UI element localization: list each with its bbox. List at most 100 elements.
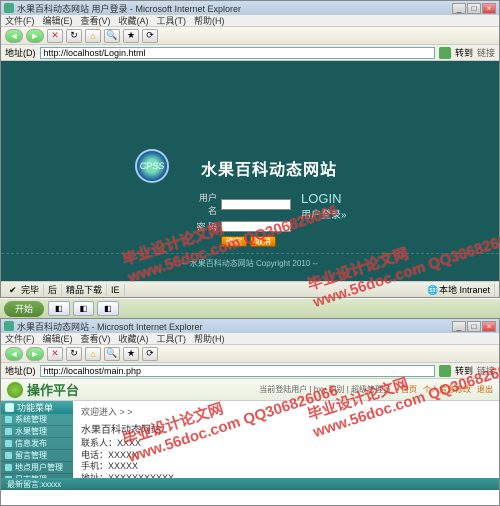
breadcrumb: 欢迎进入 > > — [81, 405, 491, 418]
username-label: 用户名 — [191, 191, 217, 217]
window-title: 水果百科动态网站 用户登录 - Microsoft Internet Explo… — [17, 2, 241, 15]
search-button[interactable]: 🔍 — [104, 347, 120, 361]
status-tab-3[interactable]: IE — [107, 284, 125, 296]
login-sub-label: 用户登录» — [301, 210, 347, 221]
menu-icon — [5, 403, 14, 412]
sidebar-item-label: 信息发布 — [15, 438, 47, 449]
sidebar-item-label: 系统管理 — [15, 414, 47, 425]
maximize-button[interactable]: □ — [467, 3, 481, 14]
username-input[interactable] — [221, 199, 291, 210]
footer-value: xxxxx — [41, 480, 61, 489]
address-bar: 地址(D) 转到 链接 — [1, 363, 499, 379]
admin-link-logout[interactable]: 退出 — [477, 384, 493, 395]
minimize-button[interactable]: _ — [452, 3, 466, 14]
ie-icon — [4, 321, 14, 331]
home-button[interactable]: ⌂ — [85, 29, 101, 43]
forward-button[interactable]: ► — [26, 29, 44, 43]
favorites-button[interactable]: ★ — [123, 347, 139, 361]
status-done: 完毕 — [21, 283, 39, 296]
go-button[interactable] — [439, 47, 451, 59]
close-button[interactable]: × — [482, 321, 496, 332]
search-button[interactable]: 🔍 — [104, 29, 120, 43]
toolbar: ◄ ► ✕ ↻ ⌂ 🔍 ★ ⟳ — [1, 27, 499, 45]
sidebar-header-label: 功能菜单 — [17, 401, 53, 414]
sidebar-item-label: 地点用户管理 — [15, 462, 63, 473]
back-button[interactable]: ◄ — [5, 347, 23, 361]
footer-label: 最新留言: — [7, 479, 41, 490]
address-bar: 地址(D) 转到 链接 — [1, 45, 499, 61]
menu-file[interactable]: 文件(F) — [5, 332, 35, 345]
address-input[interactable] — [40, 47, 435, 59]
forward-button[interactable]: ► — [26, 347, 44, 361]
menubar: 文件(F) 编辑(E) 查看(V) 收藏(A) 工具(T) 帮助(H) — [1, 15, 499, 27]
titlebar[interactable]: 水果百科动态网站 - Microsoft Internet Explorer _… — [1, 319, 499, 333]
go-label: 转到 — [455, 364, 473, 377]
favorites-button[interactable]: ★ — [123, 29, 139, 43]
menu-view[interactable]: 查看(V) — [81, 332, 111, 345]
stop-button[interactable]: ✕ — [47, 347, 63, 361]
status-tab-2[interactable]: 精品下载 — [62, 284, 107, 296]
menu-tools[interactable]: 工具(T) — [157, 332, 187, 345]
admin-userinfo: 当前登陆用户 | hxy 职别 | 超级管理员 — [259, 384, 391, 395]
admin-main: 欢迎进入 > > 水果百科动态网站 联系人：XXXX 电话：XXXXX 手机：X… — [73, 401, 499, 478]
sidebar-item-msg[interactable]: 留言管理 — [1, 450, 73, 462]
menu-help[interactable]: 帮助(H) — [194, 332, 225, 345]
maximize-button[interactable]: □ — [467, 321, 481, 332]
close-button[interactable]: × — [482, 3, 496, 14]
taskbar-item[interactable]: ◧ — [97, 301, 119, 316]
item-icon — [5, 452, 12, 459]
site-logo-icon: CPSS — [135, 149, 169, 183]
menu-file[interactable]: 文件(F) — [5, 14, 35, 27]
stop-button[interactable]: ✕ — [47, 29, 63, 43]
login-submit-button[interactable]: 确定 — [221, 236, 247, 247]
sidebar-item-info[interactable]: 信息发布 — [1, 438, 73, 450]
phone-row: 电话：XXXXX — [81, 450, 491, 462]
sidebar-item-system[interactable]: 系统管理 — [1, 414, 73, 426]
admin-page: 操作平台 当前登陆用户 | hxy 职别 | 超级管理员 首页 个人信息修改 退… — [1, 379, 499, 490]
menu-edit[interactable]: 编辑(E) — [43, 14, 73, 27]
start-button[interactable]: 开始 — [4, 301, 44, 317]
admin-footer: 最新留言: xxxxx — [1, 478, 499, 490]
item-icon — [5, 416, 12, 423]
sidebar-item-fruit[interactable]: 水果管理 — [1, 426, 73, 438]
login-cancel-button[interactable]: 取消 — [250, 236, 276, 247]
taskbar: 开始 ◧ ◧ ◧ — [0, 298, 500, 318]
menu-tools[interactable]: 工具(T) — [157, 14, 187, 27]
password-input[interactable] — [221, 221, 291, 232]
home-button[interactable]: ⌂ — [85, 347, 101, 361]
refresh-button[interactable]: ↻ — [66, 347, 82, 361]
menubar: 文件(F) 编辑(E) 查看(V) 收藏(A) 工具(T) 帮助(H) — [1, 333, 499, 345]
titlebar[interactable]: 水果百科动态网站 用户登录 - Microsoft Internet Explo… — [1, 1, 499, 15]
menu-view[interactable]: 查看(V) — [81, 14, 111, 27]
address-label: 地址(D) — [5, 46, 36, 59]
sidebar-item-label: 水果管理 — [15, 426, 47, 437]
taskbar-item[interactable]: ◧ — [48, 301, 70, 316]
ie-window-login: 水果百科动态网站 用户登录 - Microsoft Internet Explo… — [0, 0, 500, 298]
menu-fav[interactable]: 收藏(A) — [119, 14, 149, 27]
login-big-label: LOGIN — [301, 191, 341, 206]
admin-title: 操作平台 — [27, 380, 79, 399]
mobile-row: 手机：XXXXX — [81, 461, 491, 473]
address-input[interactable] — [40, 365, 435, 377]
address-label: 地址(D) — [5, 364, 36, 377]
menu-help[interactable]: 帮助(H) — [194, 14, 225, 27]
menu-edit[interactable]: 编辑(E) — [43, 332, 73, 345]
toolbar: ◄ ► ✕ ↻ ⌂ 🔍 ★ ⟳ — [1, 345, 499, 363]
taskbar-item[interactable]: ◧ — [73, 301, 95, 316]
links-label[interactable]: 链接 — [477, 46, 495, 59]
back-button[interactable]: ◄ — [5, 29, 23, 43]
sidebar-item-label: 留言管理 — [15, 450, 47, 461]
history-button[interactable]: ⟳ — [142, 347, 158, 361]
minimize-button[interactable]: _ — [452, 321, 466, 332]
site-title: 水果百科动态网站 — [201, 156, 337, 180]
menu-fav[interactable]: 收藏(A) — [119, 332, 149, 345]
sidebar-item-user[interactable]: 地点用户管理 — [1, 462, 73, 474]
go-button[interactable] — [439, 365, 451, 377]
login-footer: -- 水果百科动态网站 Copyright 2010 -- — [1, 253, 499, 269]
admin-link-home[interactable]: 首页 — [401, 384, 417, 395]
status-tab-1[interactable]: 后 — [44, 284, 62, 296]
history-button[interactable]: ⟳ — [142, 29, 158, 43]
refresh-button[interactable]: ↻ — [66, 29, 82, 43]
admin-link-profile[interactable]: 个人信息修改 — [423, 384, 471, 395]
links-label[interactable]: 链接 — [477, 364, 495, 377]
